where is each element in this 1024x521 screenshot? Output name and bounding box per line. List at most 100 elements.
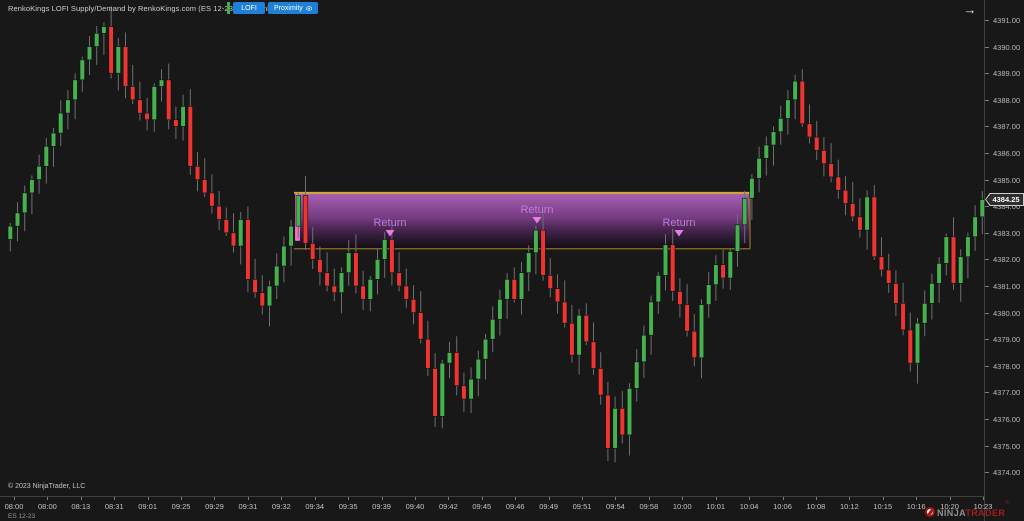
renko-candle-up [742, 197, 748, 226]
renko-candle-up [734, 224, 741, 252]
price-axis-label: 4381.00 [993, 282, 1021, 291]
time-axis-tick [849, 497, 851, 500]
time-axis-label: 09:54 [606, 502, 625, 511]
time-axis-tick [949, 497, 951, 500]
renko-candle-up [382, 239, 388, 260]
renko-candle-up [151, 86, 157, 121]
renko-candle-up [641, 334, 647, 363]
renko-candle-down [173, 119, 179, 127]
renko-candle-down [850, 203, 856, 218]
renko-candle-down [540, 229, 546, 276]
price-axis-tick [985, 259, 989, 261]
time-axis-label: 09:49 [539, 502, 558, 511]
time-axis-label: 10:08 [806, 502, 826, 511]
renko-candle-down [842, 189, 849, 204]
price-axis[interactable]: 4391.00 4390.00 4389.00 4388.00 4387.00 4386.… [984, 0, 1024, 521]
renko-candle-up [497, 298, 503, 320]
time-axis-tick [548, 497, 550, 500]
renko-candle-up [526, 252, 532, 274]
time-axis-tick [916, 497, 918, 500]
renko-candle-up [770, 131, 777, 146]
time-axis-label: 10:12 [839, 502, 859, 511]
renko-candle-up [727, 251, 733, 279]
renko-candle-down [806, 123, 813, 138]
renko-candle-up [490, 318, 496, 340]
proximity-button[interactable]: Proximity [268, 2, 318, 14]
renko-candle-down [410, 298, 417, 313]
renko-candle-up [792, 80, 798, 101]
renko-candle-up [43, 146, 49, 167]
price-axis-label: 4375.00 [993, 441, 1021, 451]
renko-candle-down [857, 216, 863, 231]
renko-candle-up [346, 252, 352, 274]
renko-candle-down [209, 192, 215, 207]
price-axis-tick [985, 419, 989, 420]
renko-candle-up [749, 177, 755, 199]
renko-candle-up [533, 229, 539, 254]
time-axis-tick [615, 497, 617, 500]
price-axis-label: 4376.00 [993, 415, 1021, 424]
price-axis-tick [985, 99, 989, 101]
renko-candle-down [871, 196, 877, 258]
renko-candle-up [482, 338, 489, 360]
price-axis-label: 4374.00 [993, 468, 1021, 478]
renko-candle-up [763, 144, 769, 159]
active-indicator-bar [227, 2, 230, 14]
renko-candle-down [461, 385, 467, 400]
time-axis-tick [648, 497, 650, 500]
price-axis-tick [985, 339, 989, 341]
renko-candle-up [115, 46, 121, 74]
price-axis-tick [985, 445, 989, 447]
time-axis-label: 09:25 [171, 502, 191, 511]
renko-candle-down [878, 256, 885, 271]
renko-candle-down [569, 322, 575, 356]
time-axis-label: 08:00 [38, 502, 57, 511]
renko-candle-up [50, 132, 57, 147]
ninjatrader-logo: NINJATRADER® [925, 500, 1009, 518]
price-axis-tick [985, 392, 989, 394]
renko-candle-up [158, 79, 165, 87]
scroll-to-latest-arrow-icon[interactable]: → [960, 1, 980, 17]
time-axis-tick [214, 497, 216, 500]
renko-candle-up [266, 285, 273, 307]
price-axis-label: 4380.00 [993, 308, 1021, 318]
renko-candle-up [655, 275, 661, 303]
renko-candle-up [634, 361, 640, 389]
time-axis[interactable]: ES 12-23 08:00 08:00 08:13 08:31 09:01 09:25 0… [0, 496, 992, 521]
price-axis-label: 4377.00 [993, 388, 1021, 398]
lofi-button[interactable]: LOFI [233, 2, 265, 14]
renko-candle-down [835, 176, 841, 191]
renko-candle-down [202, 179, 208, 194]
renko-candle-down [432, 368, 438, 417]
logo-registered-mark: ® [1005, 499, 1009, 506]
renko-candle-down [562, 301, 568, 324]
renko-candle-down [353, 252, 359, 287]
renko-candle-up [778, 118, 784, 133]
renko-chart-canvas[interactable]: Return Return Return [0, 0, 984, 496]
renko-candle-down [144, 112, 150, 121]
renko-candle-up [662, 244, 669, 276]
time-axis-tick [14, 497, 15, 500]
time-axis-tick [715, 497, 717, 500]
renko-candle-down [691, 330, 697, 359]
renko-candle-up [36, 166, 42, 180]
time-axis-label: 09:45 [472, 502, 492, 511]
current-price-badge: 4384.25 [985, 193, 1024, 207]
renko-candle-down [396, 272, 402, 287]
renko-candle-up [238, 219, 244, 247]
renko-candle-down [187, 106, 193, 167]
renko-candle-up [648, 301, 654, 336]
renko-candle-up [929, 283, 935, 304]
price-axis-label: 4390.00 [993, 42, 1021, 52]
renko-candle-down [252, 279, 258, 293]
time-axis-label: 10:01 [706, 502, 726, 511]
price-axis-tick [985, 365, 989, 367]
time-axis-tick [749, 497, 751, 500]
renko-candle-down [886, 269, 892, 284]
time-axis-tick [114, 497, 116, 500]
time-axis-tick [80, 497, 82, 500]
price-axis-tick [985, 286, 989, 287]
price-axis-tick [985, 312, 989, 314]
renko-candle-up [281, 245, 287, 267]
price-axis-tick [985, 153, 989, 154]
